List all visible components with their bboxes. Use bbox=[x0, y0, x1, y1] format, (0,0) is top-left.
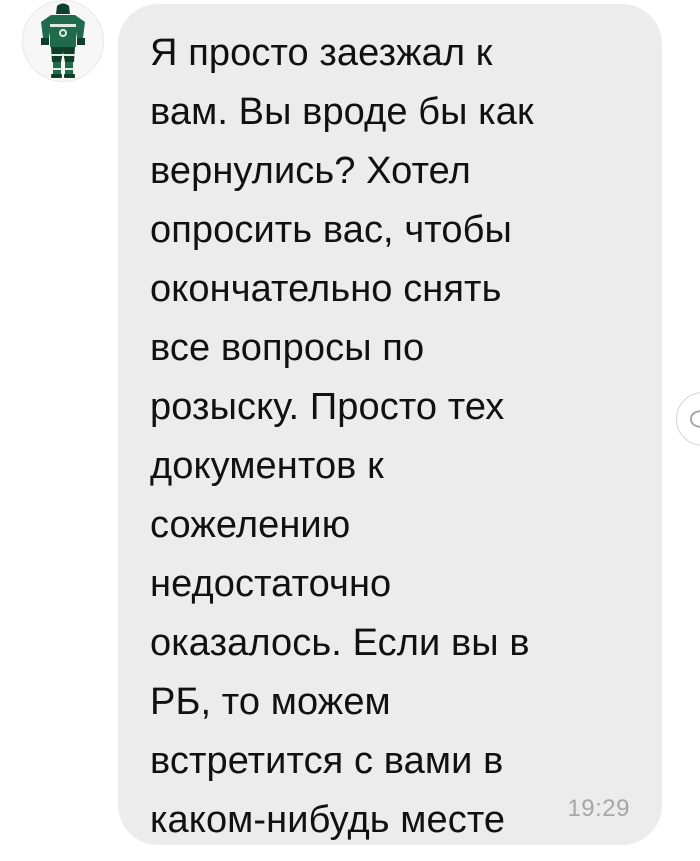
message-line: Я просто заезжал к bbox=[150, 32, 493, 74]
avatar[interactable] bbox=[22, 0, 104, 82]
message-timestamp: 19:29 bbox=[567, 795, 630, 822]
message-line: окончательно снять bbox=[150, 268, 502, 310]
message-line: вам. Вы вроде бы как bbox=[150, 91, 534, 133]
message-text: Я просто заезжал к вам. Вы вроде бы как … bbox=[150, 24, 638, 850]
message-line: каком-нибудь месте bbox=[150, 799, 506, 841]
chat-view: Я просто заезжал к вам. Вы вроде бы как … bbox=[0, 0, 700, 861]
message-line: встретится с вами в bbox=[150, 740, 504, 782]
message-line: все вопросы по bbox=[150, 327, 425, 369]
message-line: документов к bbox=[150, 445, 384, 487]
message-line: розыску. Просто тех bbox=[150, 386, 505, 428]
message-line: РБ, то можем bbox=[150, 681, 391, 723]
reaction-button[interactable] bbox=[676, 392, 700, 446]
message-line: опросить вас, чтобы bbox=[150, 209, 512, 251]
message-line: недостаточно bbox=[150, 563, 392, 605]
reaction-icon bbox=[689, 410, 700, 428]
message-bubble[interactable]: Я просто заезжал к вам. Вы вроде бы как … bbox=[118, 4, 662, 845]
message-line: оказалось. Если вы в bbox=[150, 622, 530, 664]
hockey-uniform-icon bbox=[41, 3, 85, 78]
message-line: вернулись? Хотел bbox=[150, 150, 471, 192]
message-line: сожелению bbox=[150, 504, 351, 546]
